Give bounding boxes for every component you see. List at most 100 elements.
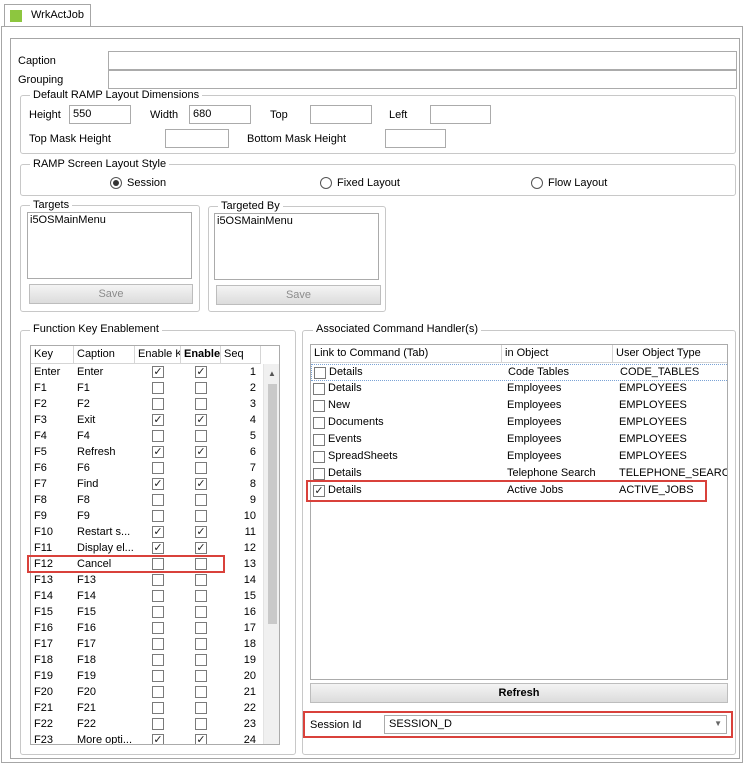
enable-key-checkbox[interactable]: ✓ [152,478,164,490]
enable-checkbox[interactable] [195,398,207,410]
link-checkbox[interactable] [314,367,326,379]
enable-key-checkbox[interactable] [152,702,164,714]
enable-checkbox[interactable] [195,654,207,666]
table-row[interactable]: F4 F4 5 [31,429,262,445]
table-row[interactable]: F5 Refresh ✓ ✓ 6 [31,445,262,461]
enable-checkbox[interactable]: ✓ [195,366,207,378]
enable-checkbox[interactable]: ✓ [195,414,207,426]
session-id-combo[interactable]: SESSION_D ▼ [384,715,727,734]
table-row[interactable]: F8 F8 9 [31,493,262,509]
col-header-enable-key[interactable]: Enable Ke [135,346,181,364]
table-row[interactable]: Enter Enter ✓ ✓ 1 [31,365,262,381]
enable-key-checkbox[interactable] [152,430,164,442]
width-input[interactable]: 680 [189,105,251,124]
link-checkbox[interactable] [313,451,325,463]
enable-key-checkbox[interactable] [152,382,164,394]
enable-key-checkbox[interactable]: ✓ [152,542,164,554]
enable-checkbox[interactable] [195,718,207,730]
enable-key-checkbox[interactable] [152,398,164,410]
table-row[interactable]: Events Employees EMPLOYEES [311,432,727,449]
table-row[interactable]: F19 F19 20 [31,669,262,685]
radio-fixed-layout[interactable] [320,177,332,189]
list-item[interactable]: i5OSMainMenu [28,213,191,227]
scroll-up-icon[interactable]: ▲ [268,369,276,378]
enable-key-checkbox[interactable] [152,510,164,522]
table-row[interactable]: F18 F18 19 [31,653,262,669]
table-row[interactable]: F2 F2 3 [31,397,262,413]
enable-key-checkbox[interactable] [152,654,164,666]
enable-key-checkbox[interactable] [152,494,164,506]
enable-key-checkbox[interactable] [152,718,164,730]
link-checkbox[interactable] [313,383,325,395]
function-key-grid[interactable]: Key Caption Enable Ke Enable Seq ▲ Enter… [30,345,280,745]
targeted-by-save-button[interactable]: Save [216,285,381,305]
enable-checkbox[interactable]: ✓ [195,734,207,744]
enable-checkbox[interactable] [195,606,207,618]
col-header-key[interactable]: Key [31,346,74,364]
table-row[interactable]: F7 Find ✓ ✓ 8 [31,477,262,493]
chevron-down-icon[interactable]: ▼ [714,719,722,728]
table-row[interactable]: Details Code Tables CODE_TABLES [311,364,727,381]
enable-key-checkbox[interactable] [152,462,164,474]
table-row[interactable]: F21 F21 22 [31,701,262,717]
height-input[interactable]: 550 [69,105,131,124]
bottom-mask-input[interactable] [385,129,446,148]
col-header-type[interactable]: User Object Type [613,345,727,363]
fke-scrollbar[interactable]: ▲ [263,364,279,744]
enable-checkbox[interactable] [195,702,207,714]
enable-key-checkbox[interactable]: ✓ [152,734,164,744]
link-checkbox[interactable] [313,434,325,446]
enable-key-checkbox[interactable] [152,686,164,698]
table-row[interactable]: F20 F20 21 [31,685,262,701]
enable-checkbox[interactable] [195,638,207,650]
table-row[interactable]: SpreadSheets Employees EMPLOYEES [311,449,727,466]
table-row[interactable]: Documents Employees EMPLOYEES [311,415,727,432]
grouping-input[interactable] [108,70,737,89]
enable-checkbox[interactable] [195,494,207,506]
table-row[interactable]: F6 F6 7 [31,461,262,477]
link-checkbox[interactable] [313,468,325,480]
table-row[interactable]: F14 F14 15 [31,589,262,605]
col-header-caption[interactable]: Caption [74,346,135,364]
col-header-seq[interactable]: Seq [221,346,261,364]
enable-key-checkbox[interactable]: ✓ [152,366,164,378]
enable-key-checkbox[interactable] [152,622,164,634]
enable-checkbox[interactable] [195,622,207,634]
top-mask-input[interactable] [165,129,229,148]
table-row[interactable]: F15 F15 16 [31,605,262,621]
enable-checkbox[interactable]: ✓ [195,542,207,554]
table-row[interactable]: F16 F16 17 [31,621,262,637]
enable-key-checkbox[interactable] [152,670,164,682]
table-row[interactable]: F9 F9 10 [31,509,262,525]
enable-key-checkbox[interactable] [152,606,164,618]
enable-key-checkbox[interactable] [152,590,164,602]
tab-wrkactjob[interactable]: WrkActJob [4,4,91,27]
enable-key-checkbox[interactable]: ✓ [152,446,164,458]
enable-checkbox[interactable] [195,590,207,602]
link-checkbox[interactable] [313,417,325,429]
enable-key-checkbox[interactable] [152,638,164,650]
col-header-link[interactable]: Link to Command (Tab) [311,345,502,363]
list-item[interactable]: i5OSMainMenu [215,214,378,228]
command-handlers-grid[interactable]: Link to Command (Tab) in Object User Obj… [310,344,728,680]
targeted-by-list[interactable]: i5OSMainMenu [214,213,379,280]
table-row[interactable]: F3 Exit ✓ ✓ 4 [31,413,262,429]
table-row[interactable]: New Employees EMPLOYEES [311,398,727,415]
enable-key-checkbox[interactable]: ✓ [152,526,164,538]
link-checkbox[interactable] [313,400,325,412]
enable-key-checkbox[interactable]: ✓ [152,414,164,426]
caption-input[interactable] [108,51,737,70]
table-row[interactable]: F22 F22 23 [31,717,262,733]
targets-save-button[interactable]: Save [29,284,193,304]
enable-checkbox[interactable] [195,670,207,682]
table-row[interactable]: F13 F13 14 [31,573,262,589]
col-header-enable[interactable]: Enable [181,346,221,364]
refresh-button[interactable]: Refresh [310,683,728,703]
enable-checkbox[interactable] [195,574,207,586]
table-row[interactable]: Details Employees EMPLOYEES [311,381,727,398]
enable-checkbox[interactable] [195,686,207,698]
radio-session[interactable] [110,177,122,189]
enable-checkbox[interactable] [195,462,207,474]
targets-list[interactable]: i5OSMainMenu [27,212,192,279]
left-input[interactable] [430,105,491,124]
